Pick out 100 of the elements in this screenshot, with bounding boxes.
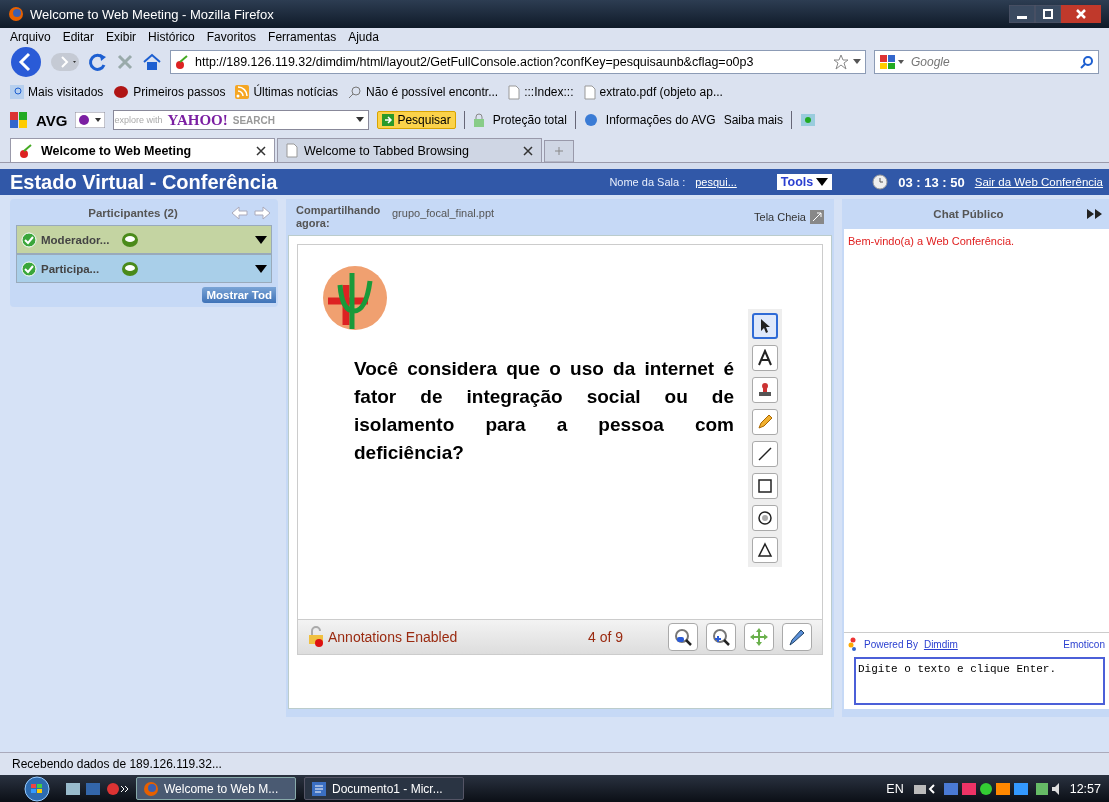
room-name-link[interactable]: pesqui... — [695, 176, 737, 188]
participant-row[interactable]: Moderador... — [16, 225, 272, 254]
panel-title: Chat Público — [932, 208, 1005, 220]
minimize-icon[interactable] — [1009, 5, 1035, 23]
clock-icon — [872, 174, 889, 190]
window-title: Welcome to Web Meeting - Mozilla Firefox — [30, 6, 274, 22]
search-engine-icon[interactable] — [879, 54, 905, 70]
stamp-tool[interactable] — [752, 377, 778, 403]
app-title: Estado Virtual - Conferência — [10, 170, 279, 194]
dimdim-link[interactable]: Dimdim — [923, 638, 958, 650]
dropdown-icon[interactable] — [356, 117, 365, 123]
bookmark-link[interactable]: :::Index::: — [524, 85, 574, 99]
file-name: grupo_focal_final.ppt — [392, 207, 496, 219]
move-button[interactable] — [744, 623, 774, 651]
search-box[interactable]: Google — [874, 50, 1099, 74]
chat-bubble-icon[interactable] — [121, 260, 139, 277]
menu-item[interactable]: Ajuda — [348, 30, 379, 44]
triangle-tool[interactable] — [752, 537, 778, 563]
bookmark-link[interactable]: Não é possível encontr... — [366, 85, 499, 99]
close-icon[interactable] — [523, 145, 533, 156]
ellipse-tool[interactable] — [752, 505, 778, 531]
chat-bubble-icon[interactable] — [121, 231, 139, 248]
bookmark-link[interactable]: Primeiros passos — [133, 85, 226, 99]
zoom-in-button[interactable] — [706, 623, 736, 651]
magnifier-icon — [348, 85, 363, 99]
menu-item[interactable]: Arquivo — [10, 30, 51, 44]
check-icon — [21, 260, 37, 277]
search-hint: explore with — [114, 115, 163, 125]
timer: 03 : 13 : 50 — [898, 174, 965, 190]
taskbar-button[interactable]: Documento1 - Micr... — [304, 777, 464, 800]
reload-icon[interactable] — [88, 52, 108, 72]
emoticon-link[interactable]: Emoticon — [1063, 638, 1105, 650]
slide-text: Você considera que o uso da internet é fator de integração social ou de isolamento para a pessoa com deficiência? — [354, 357, 734, 465]
toolbar-link[interactable]: Saiba mais — [723, 113, 784, 127]
search-icon[interactable] — [1080, 55, 1094, 69]
dimdim-logo-icon — [848, 637, 858, 651]
language-indicator[interactable]: EN — [886, 781, 904, 796]
line-glyph-icon — [756, 445, 774, 463]
pencil-tool[interactable] — [752, 409, 778, 435]
search-label: SEARCH — [232, 114, 275, 126]
line-tool[interactable] — [752, 441, 778, 467]
pencil-icon — [787, 627, 807, 647]
close-icon[interactable] — [256, 145, 266, 156]
rss-icon — [235, 85, 250, 99]
document-icon — [286, 143, 298, 158]
toolbar-link[interactable]: Proteção total — [492, 113, 567, 127]
rectangle-tool[interactable] — [752, 473, 778, 499]
toolbar-link[interactable]: Informações do AVG — [605, 113, 716, 127]
check-icon — [21, 231, 37, 248]
chat-input-box[interactable]: Digite o texto e clique Enter. — [854, 657, 1105, 705]
menu-item[interactable]: Exibir — [106, 30, 137, 44]
pointer-tool[interactable] — [752, 313, 778, 339]
arrow-icon — [382, 114, 395, 126]
lock-icon — [472, 113, 485, 127]
ellipse-glyph-icon — [756, 509, 774, 527]
browser-tab[interactable]: Welcome to Tabbed Browsing — [277, 138, 542, 162]
dropdown-icon[interactable] — [853, 59, 861, 65]
taskbar-button[interactable]: Welcome to Web M... — [136, 777, 296, 800]
triangle-glyph-icon — [756, 541, 774, 559]
yahoo-menu-icon[interactable] — [75, 112, 106, 128]
search-button[interactable]: Pesquisar — [377, 111, 456, 129]
home-icon[interactable] — [142, 53, 162, 71]
clock-time: 12:57 — [1069, 781, 1101, 796]
star-icon[interactable] — [833, 54, 849, 70]
document-icon — [508, 84, 521, 100]
zoom-out-button[interactable] — [668, 623, 698, 651]
tools-menu[interactable]: Tools — [776, 174, 833, 190]
restore-icon[interactable] — [1035, 5, 1061, 23]
avg-logo-icon — [10, 112, 28, 128]
menu-item[interactable]: Favoritos — [206, 30, 257, 44]
exit-link[interactable]: Sair da Web Conferência — [974, 176, 1103, 188]
address-bar[interactable]: http://189.126.119.32/dimdim/html/layout2/GetFullConsole.action?confKey=pesquisaunb&cflag=o0p3 — [170, 50, 866, 74]
url-text: http://189.126.119.32/dimdim/html/layout2/GetFullConsole.action?confKey=pesquisaunb&cflag=o0p3 — [195, 55, 754, 69]
dropdown-icon[interactable] — [255, 264, 267, 273]
fullscreen-button[interactable]: Tela Cheia — [754, 210, 824, 224]
logo-icon — [322, 265, 388, 331]
menu-item[interactable]: Histórico — [148, 30, 195, 44]
dropdown-icon[interactable] — [255, 235, 267, 244]
room-label: Nome da Sala : — [609, 176, 686, 188]
tray-icons-drawing[interactable] — [911, 780, 1062, 797]
close-icon[interactable] — [1061, 5, 1101, 23]
quick-launch-icons-drawing[interactable] — [64, 780, 128, 797]
powered-by-label: Powered By — [864, 638, 918, 650]
yahoo-search-field[interactable]: explore with YAHOO! SEARCH — [113, 110, 370, 130]
bookmark-link[interactable]: Mais visitados — [28, 85, 104, 99]
rectangle-glyph-icon — [756, 477, 774, 495]
browser-tab[interactable]: Welcome to Web Meeting — [10, 138, 275, 162]
pencil-button[interactable] — [782, 623, 812, 651]
bookmark-link[interactable]: extrato.pdf (objeto ap... — [599, 85, 723, 99]
participant-row[interactable]: Participa... — [16, 254, 272, 283]
zoom-out-icon — [673, 627, 693, 647]
text-tool[interactable] — [752, 345, 778, 371]
menu-item[interactable]: Ferramentas — [268, 30, 337, 44]
show-all-button[interactable]: Mostrar Tod — [202, 287, 276, 303]
stamp-glyph-icon — [756, 381, 774, 399]
bookmark-link[interactable]: Últimas notícias — [253, 85, 339, 99]
back-icon[interactable] — [10, 46, 42, 78]
collapse-icon[interactable] — [1087, 209, 1103, 219]
menu-item[interactable]: Editar — [62, 30, 95, 44]
page-counter: 4 of 9 — [588, 629, 625, 645]
